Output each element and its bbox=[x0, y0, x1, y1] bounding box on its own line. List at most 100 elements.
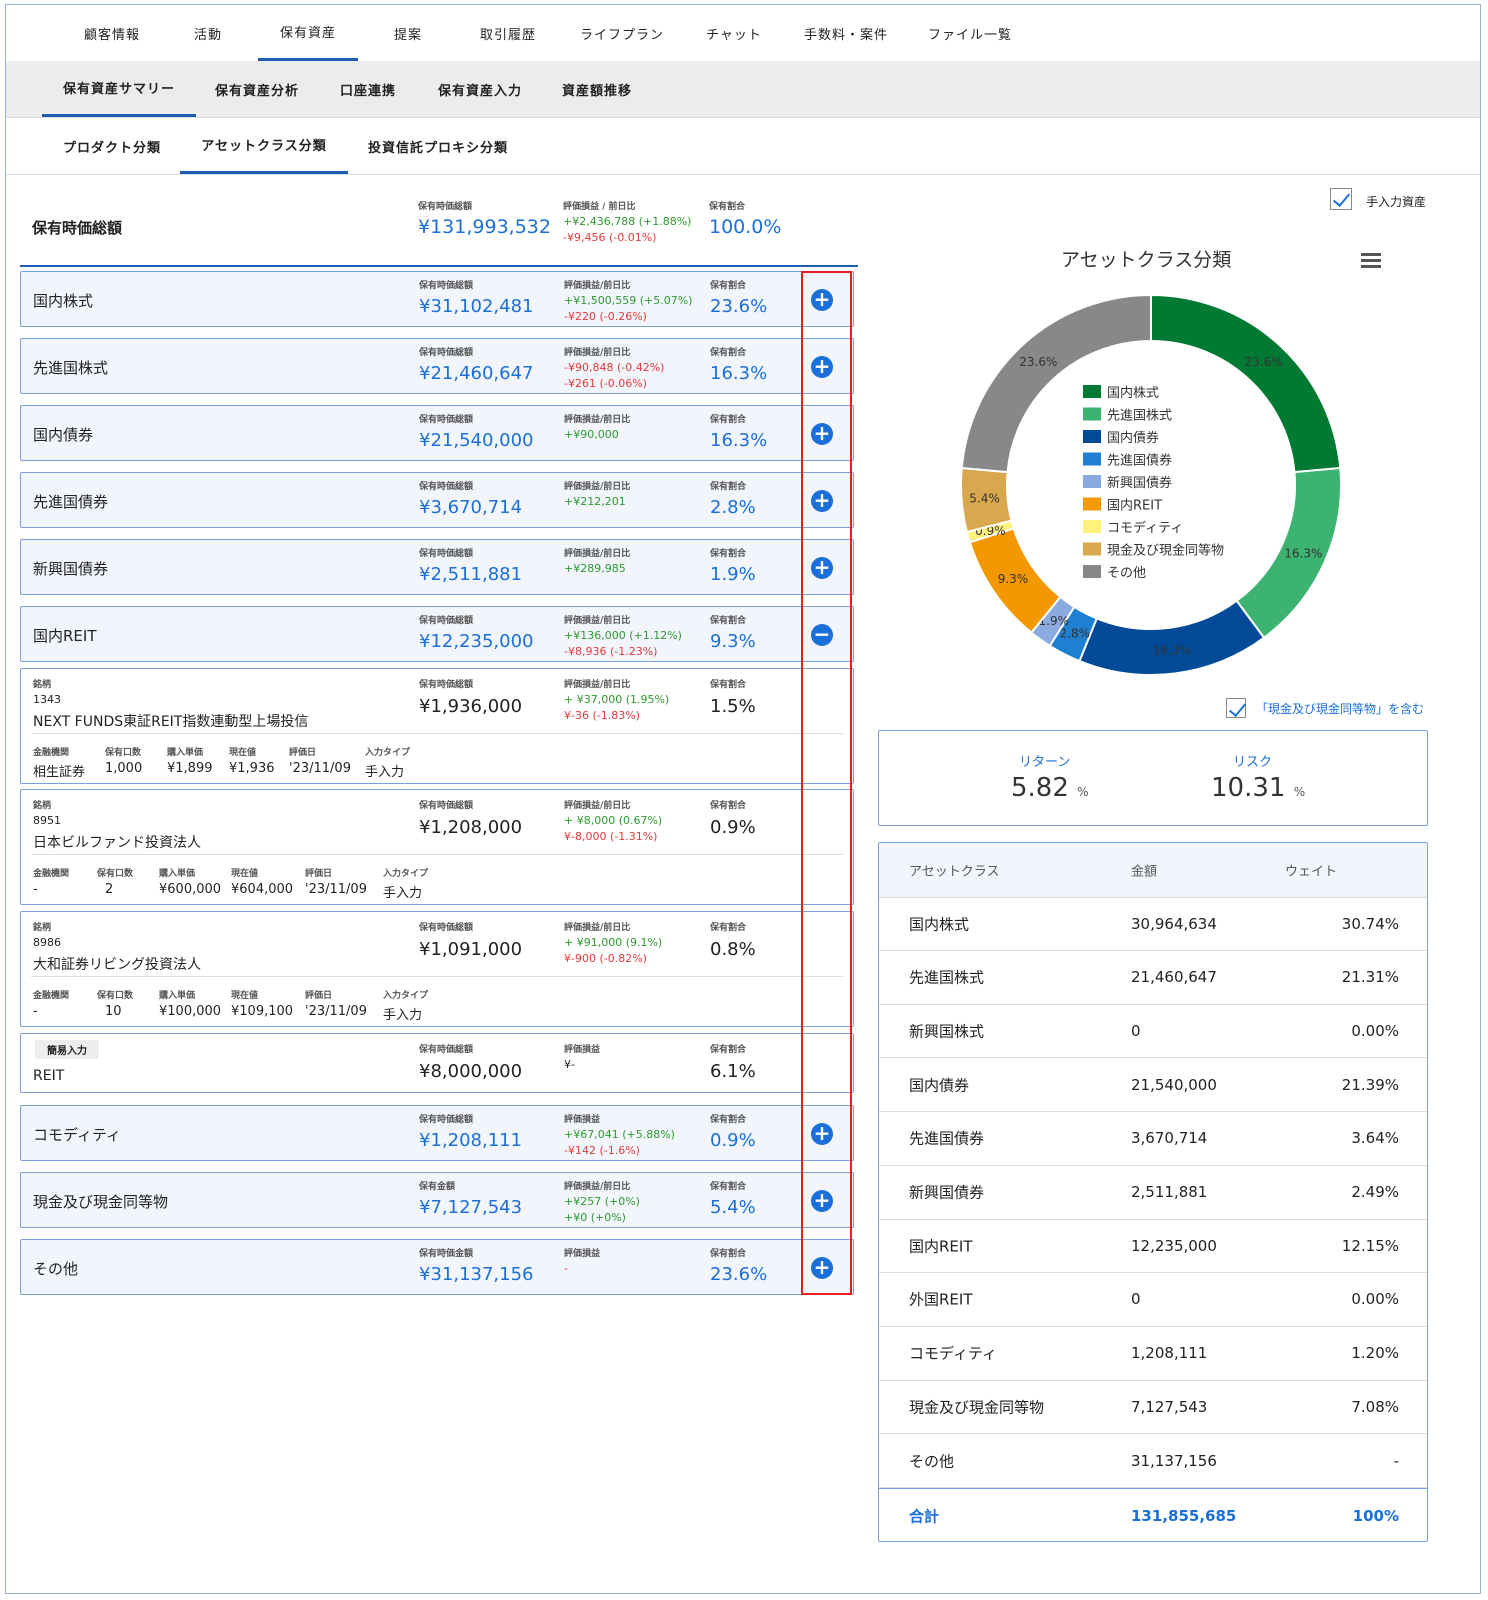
tab-customer-info[interactable]: 顧客情報 bbox=[66, 5, 158, 61]
tab-fees[interactable]: 手数料・案件 bbox=[782, 5, 910, 61]
tab-product-class[interactable]: プロダクト分類 bbox=[44, 118, 180, 174]
asset-class-row[interactable]: 先進国株式 保有時価総額 ¥21,460,647 評価損益/前日比 -¥90,848 (… bbox=[20, 338, 854, 394]
table-row: 新興国株式 0 0.00% bbox=[879, 1004, 1427, 1059]
donut-slice[interactable] bbox=[1078, 599, 1266, 676]
detail-value: ¥100,000 bbox=[159, 1004, 222, 1019]
legend-swatch bbox=[1083, 542, 1101, 556]
pct-col: 保有割合 6.1% bbox=[710, 1042, 756, 1082]
manual-assets-checkbox[interactable] bbox=[1330, 188, 1352, 210]
cell-amount: 12,235,000 bbox=[1131, 1236, 1217, 1255]
caption: 保有時価総額 bbox=[419, 348, 474, 358]
return-label: リターン bbox=[1019, 755, 1071, 770]
holding-row[interactable]: 銘柄 8986 大和証券リビング投資法人 保有時価総額 ¥1,091,000 評価損益/前… bbox=[20, 911, 854, 1027]
simple-input-row[interactable]: 簡易入力 REIT 保有時価総額 ¥8,000,000 評価損益 ¥- 保有割合 6.1% bbox=[20, 1033, 854, 1093]
pct-col: 保有割合 16.3% bbox=[710, 412, 767, 451]
caption: 評価損益/前日比 bbox=[564, 801, 631, 811]
expand-button[interactable]: + bbox=[811, 423, 833, 445]
caption: 保有割合 bbox=[710, 1115, 747, 1125]
legend-label[interactable]: 国内債券 bbox=[1107, 430, 1159, 446]
expand-button[interactable]: + bbox=[811, 1190, 833, 1212]
legend-label[interactable]: その他 bbox=[1107, 566, 1146, 581]
asset-class-row[interactable]: その他 保有時価金額 ¥31,137,156 評価損益 - 保有割合 23.6% + bbox=[20, 1239, 854, 1295]
pl-col: 評価損益/前日比 +¥257 (+0%) +¥0 (+0%) bbox=[564, 1179, 640, 1224]
expand-button[interactable]: + bbox=[811, 1123, 833, 1145]
tab-files[interactable]: ファイル一覧 bbox=[910, 5, 1030, 61]
legend-label[interactable]: 現金及び現金同等物 bbox=[1107, 543, 1224, 559]
table-total-row: 合計 131,855,685 100% bbox=[879, 1488, 1427, 1542]
tab-proposal[interactable]: 提案 bbox=[358, 5, 458, 61]
header-weight: ウェイト bbox=[1284, 864, 1337, 880]
asset-class-row[interactable]: コモディティ 保有時価総額 ¥1,208,111 評価損益 +¥67,041 (+5.8… bbox=[20, 1105, 854, 1161]
legend-label[interactable]: 先進国債券 bbox=[1107, 453, 1172, 469]
amount-col: 保有時価総額 ¥1,208,111 bbox=[419, 1112, 522, 1151]
table-row: コモディティ 1,208,111 1.20% bbox=[879, 1327, 1427, 1381]
menu-icon[interactable] bbox=[1361, 253, 1381, 271]
caption: 評価損益 bbox=[564, 1115, 601, 1125]
asset-class-name: その他 bbox=[33, 1260, 79, 1278]
expand-button[interactable]: + bbox=[811, 356, 833, 378]
caption: 評価損益/前日比 bbox=[564, 680, 631, 690]
legend-label[interactable]: 国内REIT bbox=[1107, 498, 1162, 514]
tab-holdings-input[interactable]: 保有資産入力 bbox=[418, 61, 542, 117]
asset-class-row[interactable]: 先進国債券 保有時価総額 ¥3,670,714 評価損益/前日比 +¥212,201 保有… bbox=[20, 472, 854, 528]
collapse-button[interactable]: − bbox=[811, 624, 833, 646]
asset-class-row[interactable]: 国内REIT 保有時価総額 ¥12,235,000 評価損益/前日比 +¥136,000… bbox=[20, 606, 854, 662]
simple-input-badge: 簡易入力 bbox=[35, 1040, 99, 1059]
cell-weight: 7.08% bbox=[1351, 1397, 1399, 1416]
detail-value: 手入力 bbox=[365, 765, 405, 780]
include-cash-checkbox[interactable] bbox=[1226, 698, 1246, 718]
day-change-value: ¥-900 (-0.82%) bbox=[564, 952, 647, 965]
day-change-value: -¥142 (-1.6%) bbox=[564, 1144, 640, 1157]
cell-amount: 2,511,881 bbox=[1131, 1183, 1208, 1201]
slice-label: 16.3% bbox=[1153, 644, 1191, 658]
cell-weight: 30.74% bbox=[1341, 914, 1399, 933]
detail-caption: 現在値 bbox=[231, 869, 259, 879]
tab-proxy-class[interactable]: 投資信託プロキシ分類 bbox=[348, 118, 528, 174]
asset-class-row[interactable]: 国内株式 保有時価総額 ¥31,102,481 評価損益/前日比 +¥1,500,559… bbox=[20, 271, 854, 327]
total-amount: ¥131,993,532 bbox=[418, 216, 551, 238]
tab-account-link[interactable]: 口座連携 bbox=[318, 61, 418, 117]
tab-holdings-analysis[interactable]: 保有資産分析 bbox=[196, 61, 318, 117]
main-nav: 顧客情報 活動 保有資産 提案 取引履歴 ライフプラン チャット 手数料・案件 … bbox=[6, 5, 1480, 62]
holding-row[interactable]: 銘柄 8951 日本ビルファンド投資法人 保有時価総額 ¥1,208,000 評価損益/前… bbox=[20, 789, 854, 905]
detail-value: ¥1,936 bbox=[229, 761, 275, 776]
expand-button[interactable]: + bbox=[811, 557, 833, 579]
tab-asset-class[interactable]: アセットクラス分類 bbox=[180, 118, 348, 174]
include-cash-label: 「現金及び現金同等物」を含む bbox=[1256, 702, 1425, 716]
amount-value: ¥21,460,647 bbox=[419, 363, 534, 384]
caption: 保有時価総額 bbox=[419, 1115, 474, 1125]
expand-button[interactable]: + bbox=[811, 1257, 833, 1279]
expand-button[interactable]: + bbox=[811, 490, 833, 512]
legend-label[interactable]: 先進国株式 bbox=[1107, 409, 1172, 424]
holding-row[interactable]: 銘柄 1343 NEXT FUNDS東証REIT指数連動型上場投信 保有時価総額 ¥1,… bbox=[20, 668, 854, 784]
pl-value: ¥- bbox=[564, 1058, 575, 1071]
tab-holdings-summary[interactable]: 保有資産サマリー bbox=[42, 61, 196, 117]
expand-button[interactable]: + bbox=[811, 289, 833, 311]
asset-class-name: 先進国債券 bbox=[33, 493, 109, 511]
total-summary: 保有時価総額 保有時価総額 ¥131,993,532 評価損益 / 前日比 +¥… bbox=[20, 191, 858, 267]
tab-holdings[interactable]: 保有資産 bbox=[258, 5, 358, 61]
caption: 保有時価金額 bbox=[419, 1249, 474, 1259]
tab-chat[interactable]: チャット bbox=[686, 5, 782, 61]
asset-class-row[interactable]: 国内債券 保有時価総額 ¥21,540,000 評価損益/前日比 +¥90,000 保有割… bbox=[20, 405, 854, 461]
app-frame: 顧客情報 活動 保有資産 提案 取引履歴 ライフプラン チャット 手数料・案件 … bbox=[5, 4, 1481, 1594]
asset-class-row[interactable]: 新興国債券 保有時価総額 ¥2,511,881 評価損益/前日比 +¥289,985 保有… bbox=[20, 539, 854, 595]
tab-asset-history[interactable]: 資産額推移 bbox=[542, 61, 652, 117]
tab-trade-history[interactable]: 取引履歴 bbox=[458, 5, 558, 61]
pl-col: 評価損益 ¥- bbox=[564, 1042, 600, 1071]
tab-life-plan[interactable]: ライフプラン bbox=[558, 5, 686, 61]
table-row: 先進国株式 21,460,647 21.31% bbox=[879, 951, 1427, 1005]
detail-caption: 評価日 bbox=[305, 991, 333, 1001]
pct-value: 2.8% bbox=[710, 497, 756, 518]
legend-label[interactable]: 国内株式 bbox=[1107, 385, 1159, 401]
donut-slice[interactable] bbox=[1150, 293, 1342, 474]
caption: 評価損益/前日比 bbox=[564, 616, 631, 626]
asset-class-row[interactable]: 現金及び現金同等物 保有金額 ¥7,127,543 評価損益/前日比 +¥257 (+0… bbox=[20, 1172, 854, 1228]
pl-value: - bbox=[564, 1262, 568, 1275]
legend-label[interactable]: 新興国債券 bbox=[1107, 475, 1172, 491]
amount-col: 保有時価総額 ¥31,102,481 bbox=[419, 278, 534, 317]
tab-activity[interactable]: 活動 bbox=[158, 5, 258, 61]
legend-label[interactable]: コモディティ bbox=[1107, 520, 1183, 536]
caption: 評価損益 / 前日比 bbox=[563, 202, 636, 212]
